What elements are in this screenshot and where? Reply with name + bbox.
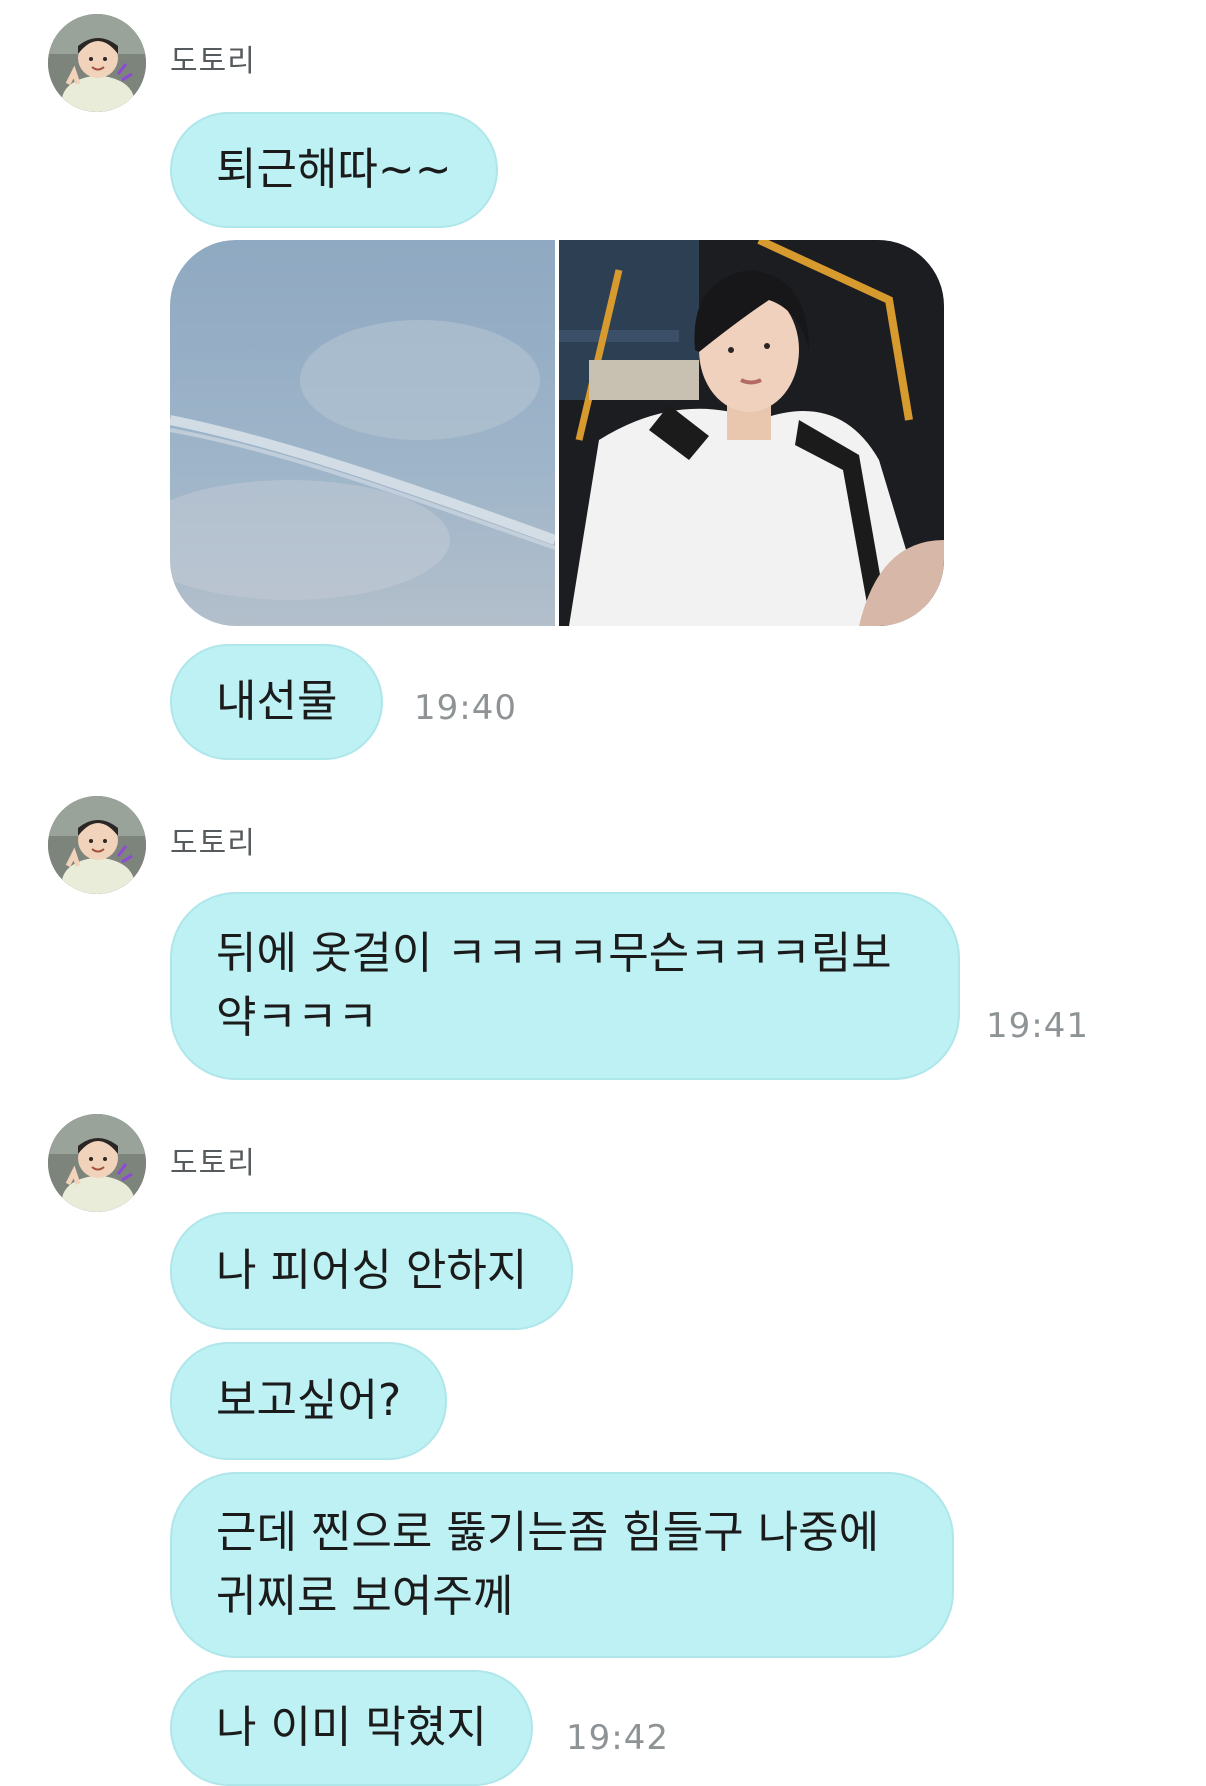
message-line: 귀찌로 보여주께	[216, 1571, 514, 1622]
profile-photo-icon	[48, 796, 146, 894]
sender-name: 도토리	[170, 1146, 256, 1181]
sender-name: 도토리	[170, 826, 256, 861]
message-line: 뒤에 옷걸이 ㅋㅋㅋㅋ무슨ㅋㅋㅋ림보	[216, 928, 892, 979]
message-bubble[interactable]: 보고싶어?	[170, 1342, 448, 1460]
message-line: 근데 찐으로 뚫기는좀 힘들구 나중에	[216, 1507, 880, 1558]
message-text: 나 피어싱 안하지	[216, 1245, 528, 1296]
selfie-image	[559, 240, 944, 626]
sky-image	[170, 240, 555, 626]
message-bubble[interactable]: 근데 찐으로 뚫기는좀 힘들구 나중에 귀찌로 보여주께	[170, 1472, 954, 1658]
avatar[interactable]	[48, 796, 146, 894]
message-line: 약ㅋㅋㅋ	[216, 992, 378, 1043]
message-text: 뒤에 옷걸이 ㅋㅋㅋㅋ무슨ㅋㅋㅋ림보 약ㅋㅋㅋ	[216, 922, 892, 1050]
message-text: 보고싶어?	[216, 1375, 402, 1426]
message-text: 퇴근해따~~	[216, 144, 452, 195]
photo-selfie[interactable]	[559, 240, 944, 626]
message-bubble[interactable]: 내선물	[170, 644, 384, 760]
avatar[interactable]	[48, 1114, 146, 1212]
photo-sky[interactable]	[170, 240, 555, 626]
profile-photo-icon	[48, 1114, 146, 1212]
message-bubble[interactable]: 퇴근해따~~	[170, 112, 498, 228]
message-text: 나 이미 막혔지	[216, 1702, 487, 1753]
message-bubble[interactable]: 나 피어싱 안하지	[170, 1212, 574, 1330]
sender-name: 도토리	[170, 44, 256, 79]
profile-photo-icon	[48, 14, 146, 112]
avatar[interactable]	[48, 14, 146, 112]
timestamp: 19:40	[414, 688, 517, 728]
message-text: 근데 찐으로 뚫기는좀 힘들구 나중에 귀찌로 보여주께	[216, 1501, 879, 1629]
message-bubble[interactable]: 뒤에 옷걸이 ㅋㅋㅋㅋ무슨ㅋㅋㅋ림보 약ㅋㅋㅋ	[170, 892, 960, 1080]
message-bubble[interactable]: 나 이미 막혔지	[170, 1670, 533, 1786]
message-text: 내선물	[216, 676, 338, 727]
timestamp: 19:41	[986, 1006, 1089, 1046]
timestamp: 19:42	[566, 1718, 669, 1758]
photo-attachment[interactable]	[170, 240, 944, 626]
